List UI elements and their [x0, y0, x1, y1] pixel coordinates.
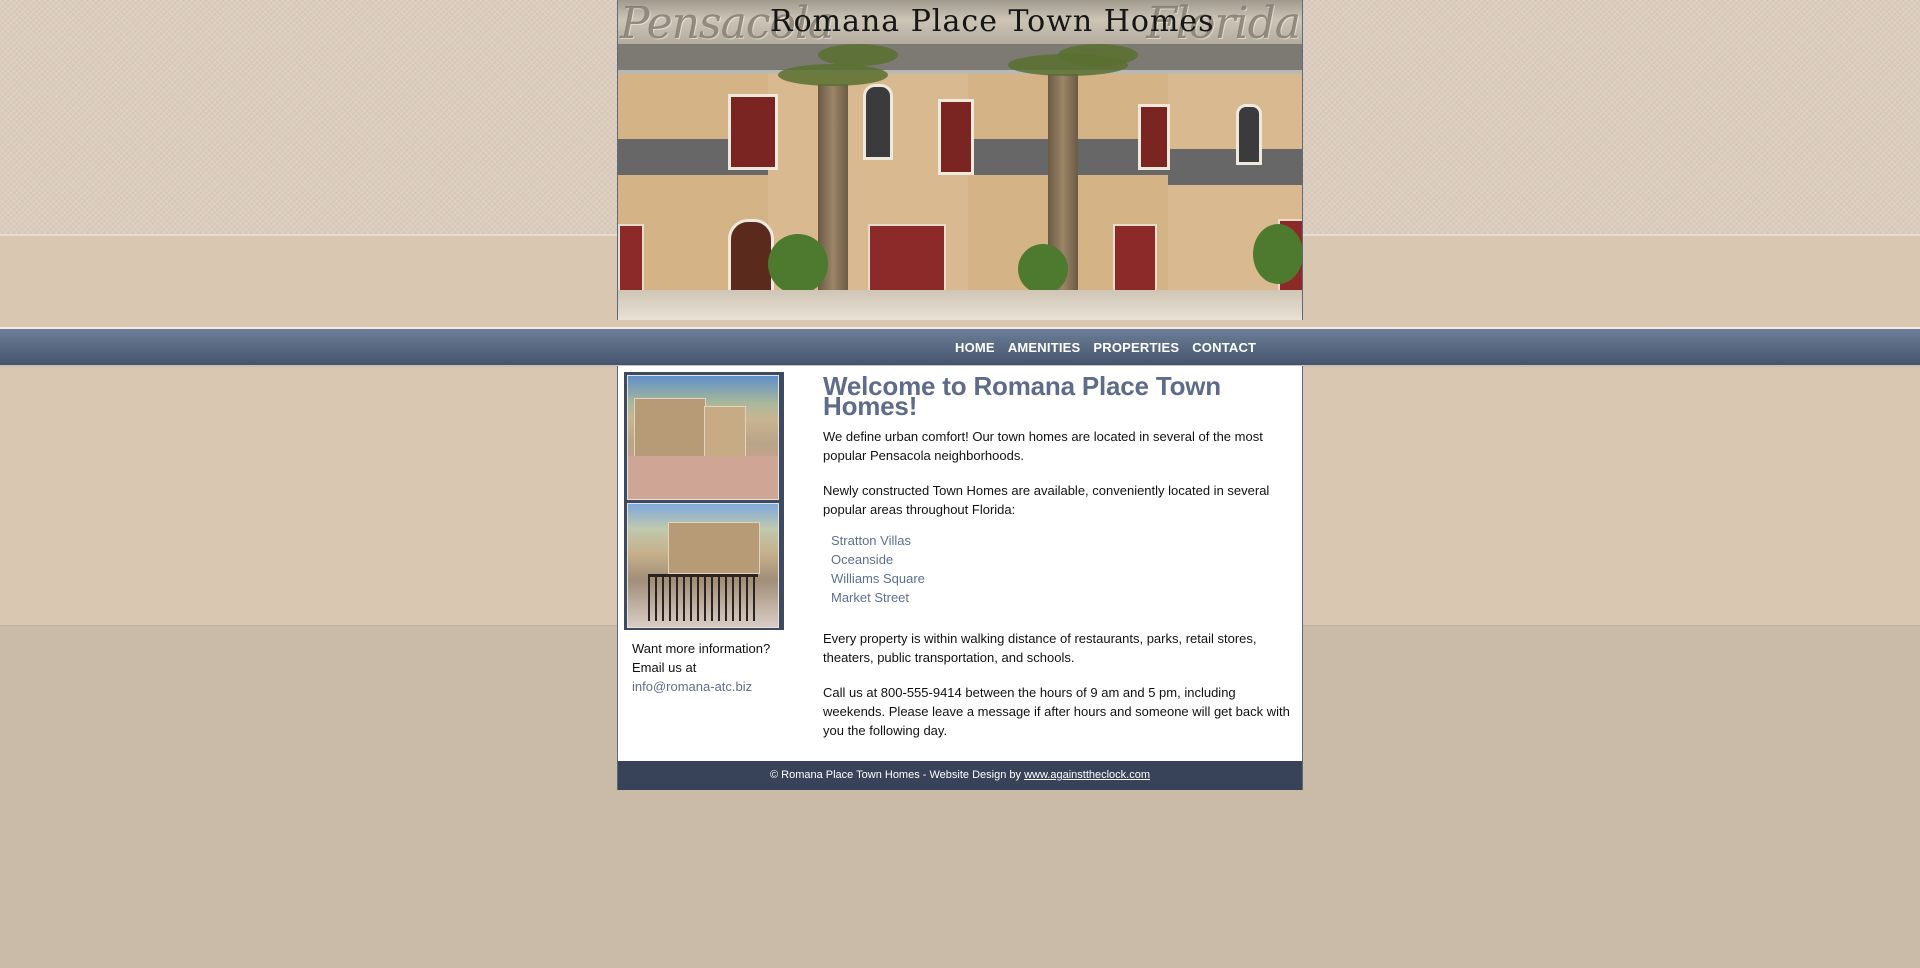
- page-heading: Welcome to Romana Place Town Homes!: [823, 371, 1221, 421]
- townhome-thumbnail-1: [627, 375, 779, 500]
- footer-designer-link[interactable]: www.againsttheclock.com: [1024, 769, 1150, 781]
- site-title: Romana Place Town Homes: [770, 4, 1215, 39]
- location-paragraph: Every property is within walking distanc…: [823, 631, 1257, 665]
- email-link[interactable]: info@romana-atc.biz: [632, 679, 752, 694]
- property-list: Stratton Villas Oceanside Williams Squar…: [831, 531, 1293, 607]
- title-banner: Pensacola Florida Romana Place Town Home…: [618, 0, 1302, 49]
- property-link-williams-square[interactable]: Williams Square: [831, 569, 1293, 588]
- contact-info: Want more information? Email us at info@…: [632, 639, 772, 696]
- nav-home[interactable]: HOME: [955, 340, 995, 355]
- site-header: Pensacola Florida Romana Place Town Home…: [617, 0, 1303, 320]
- intro-paragraph: We define urban comfort! Our town homes …: [823, 429, 1263, 463]
- contact-paragraph: Call us at 800-555-9414 between the hour…: [823, 685, 1290, 738]
- property-link-stratton-villas[interactable]: Stratton Villas: [831, 531, 1293, 550]
- site-footer: © Romana Place Town Homes - Website Desi…: [617, 761, 1303, 790]
- property-link-oceanside[interactable]: Oceanside: [831, 550, 1293, 569]
- footer-copyright: © Romana Place Town Homes - Website Desi…: [769, 769, 1021, 781]
- nav-properties[interactable]: PROPERTIES: [1093, 340, 1179, 355]
- info-prompt: Want more information?: [632, 641, 771, 656]
- availability-paragraph: Newly constructed Town Homes are availab…: [823, 483, 1270, 517]
- townhome-thumbnail-2: [627, 503, 779, 628]
- nav-contact[interactable]: CONTACT: [1192, 340, 1256, 355]
- main-content: Welcome to Romana Place Town Homes! We d…: [823, 371, 1293, 740]
- header-townhomes-photo: [618, 44, 1302, 320]
- sidebar-photo-frame: [624, 372, 784, 630]
- email-label: Email us at: [632, 660, 697, 675]
- property-link-market-street[interactable]: Market Street: [831, 588, 1293, 607]
- main-navigation: HOME AMENITIES PROPERTIES CONTACT: [0, 327, 1920, 367]
- content-area: Want more information? Email us at info@…: [617, 366, 1303, 761]
- nav-amenities[interactable]: AMENITIES: [1008, 340, 1081, 355]
